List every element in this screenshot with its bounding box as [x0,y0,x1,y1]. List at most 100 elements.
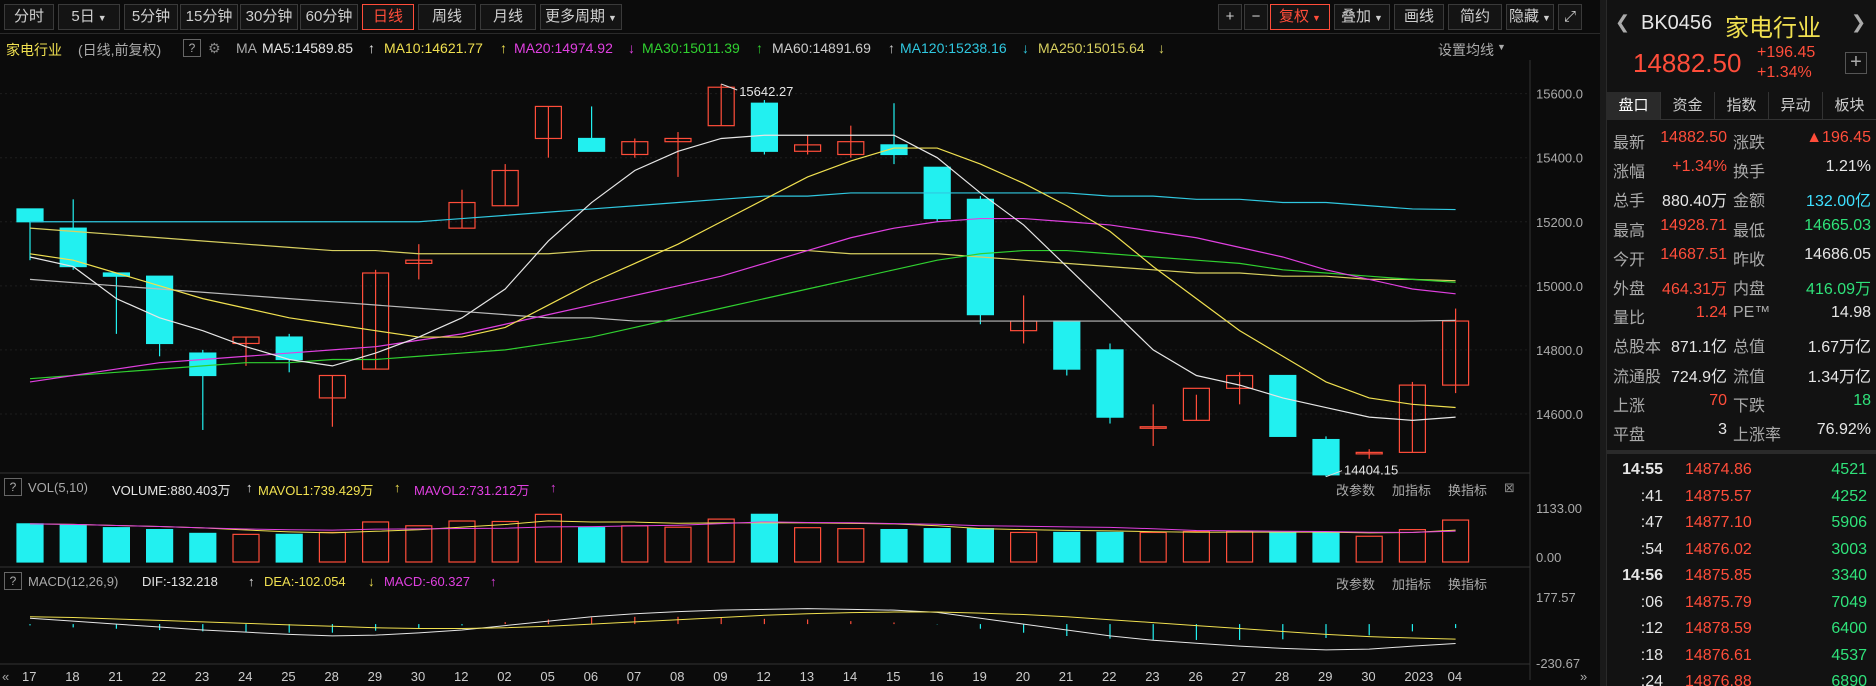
candle[interactable] [1139,404,1167,446]
quote-tab-4[interactable]: 板块 [1823,92,1876,120]
candle[interactable] [102,272,131,334]
y-tick-label: 15400.0 [1536,151,1583,166]
zoom-out-button[interactable]: − [1244,4,1268,30]
candle[interactable] [1053,320,1081,376]
period-tab-4[interactable]: 30分钟 [240,4,298,30]
candle[interactable] [577,106,606,152]
ma-legend-row: 家电行业 (日线,前复权) ? ⚙ MA MA5:14589.85 ↑ MA10… [0,38,1560,60]
chart-mode: (日线,前复权) [78,42,162,58]
quote-value: 132.00亿 [1806,193,1871,211]
period-tab-5[interactable]: 60分钟 [300,4,358,30]
candle[interactable] [1009,295,1038,344]
fullscreen-icon[interactable]: ⤢ [1558,4,1582,30]
help-button[interactable]: ? [183,39,201,57]
period-tab-9[interactable]: 更多周期 ▼ [540,4,622,30]
ma250-arrow: ↓ [1158,40,1165,56]
candle[interactable] [750,100,779,155]
quote-tab-0[interactable]: 盘口 [1607,92,1661,120]
scroll-right-icon[interactable]: » [1580,669,1587,684]
candle[interactable] [1269,374,1297,437]
macd-help-button[interactable]: ? [4,572,22,590]
volume-bar [146,528,174,563]
volume-bar [621,525,649,563]
candle[interactable] [189,349,217,430]
volume-bar [837,528,865,563]
vol-switch-indicator-button[interactable]: 换指标 [1448,480,1487,499]
forward-arrow-icon[interactable]: ❯ [1851,12,1866,33]
overlay-dropdown[interactable]: 叠加 ▼ [1334,4,1390,30]
quote-label: 上涨 [1613,397,1646,415]
quote-tab-1[interactable]: 资金 [1661,92,1715,120]
candle[interactable] [448,189,476,229]
candle[interactable] [880,103,908,165]
period-tab-6[interactable]: 日线 [362,4,414,30]
scroll-left-icon[interactable]: « [2,669,9,684]
candle[interactable] [923,166,951,222]
period-tab-8[interactable]: 月线 [480,4,536,30]
set-ma-button[interactable]: 设置均线 ▼ [1438,40,1506,60]
candle[interactable] [664,132,692,177]
candle[interactable] [16,208,44,261]
gear-icon[interactable]: ⚙ [208,40,221,57]
candle[interactable] [405,244,433,280]
period-tab-1[interactable]: 5日 ▼ [58,4,120,30]
trade-price: 14878.59 [1685,620,1752,637]
quote-value: 464.31万 [1662,281,1727,298]
quote-value: 14.98 [1830,304,1871,322]
candle[interactable] [1355,449,1383,459]
add-watchlist-button[interactable]: + [1845,52,1867,74]
quote-label: 流值 [1733,368,1766,386]
vol-add-indicator-button[interactable]: 加指标 [1392,480,1431,499]
close-icon[interactable]: ⊠ [1504,480,1515,496]
period-tab-0[interactable]: 分时 [4,4,54,30]
mavol1-arrow: ↑ [394,480,401,495]
ma20-value: MA20:14974.92 [514,40,613,56]
vol-help-button[interactable]: ? [4,478,22,496]
x-tick-label: 2023 [1404,669,1433,684]
candle[interactable] [1096,343,1124,424]
macd-switch-indicator-button[interactable]: 换指标 [1448,574,1487,593]
trade-price: 14875.79 [1685,593,1752,611]
quote-tab-2[interactable]: 指数 [1715,92,1769,120]
quote-label: 换手 [1733,164,1766,182]
candle[interactable] [232,336,260,366]
period-tab-7[interactable]: 周线 [418,4,476,30]
candle[interactable] [793,135,822,155]
candle[interactable] [1398,381,1427,453]
kline-chart[interactable]: 15600.0 15400.0 15200.0 15000.0 14800.0 14600… [0,60,1600,686]
volume-bar [232,533,260,563]
candle[interactable] [362,269,390,370]
ma20-line [29,217,1456,383]
back-arrow-icon[interactable]: ❮ [1615,12,1630,33]
candle[interactable] [1182,387,1211,421]
ma30-value: MA30:15011.39 [642,40,740,56]
quote-tab-3[interactable]: 异动 [1769,92,1823,120]
x-tick-label: 23 [1145,669,1159,684]
candle[interactable] [1312,436,1340,477]
macd-add-indicator-button[interactable]: 加指标 [1392,574,1431,593]
candle[interactable] [534,105,563,158]
quote-value: 416.09万 [1806,281,1871,298]
x-tick-label: 12 [756,669,770,684]
ma60-arrow: ↑ [888,40,895,56]
vol-params-button[interactable]: 改参数 [1336,480,1375,499]
draw-line-button[interactable]: 画线 [1394,4,1444,30]
period-tab-2[interactable]: 5分钟 [124,4,178,30]
fuquan-dropdown[interactable]: 复权 ▼ [1270,4,1330,30]
quote-label: 平盘 [1613,427,1646,444]
candle[interactable] [966,196,995,325]
candle[interactable] [491,164,519,207]
divider [1607,450,1876,454]
candle[interactable] [621,138,649,158]
period-tab-3[interactable]: 15分钟 [180,4,238,30]
zoom-in-button[interactable]: + [1218,4,1242,30]
candle[interactable] [318,374,346,427]
hide-button[interactable]: 隐藏 ▼ [1506,4,1554,30]
candle[interactable] [837,125,865,158]
candle[interactable] [707,84,735,127]
stock-code: BK0456 [1641,12,1713,34]
simple-button-label: 简约 [1459,8,1490,25]
candle[interactable] [1441,308,1470,394]
macd-params-button[interactable]: 改参数 [1336,574,1375,593]
simple-button[interactable]: 简约 [1448,4,1502,30]
